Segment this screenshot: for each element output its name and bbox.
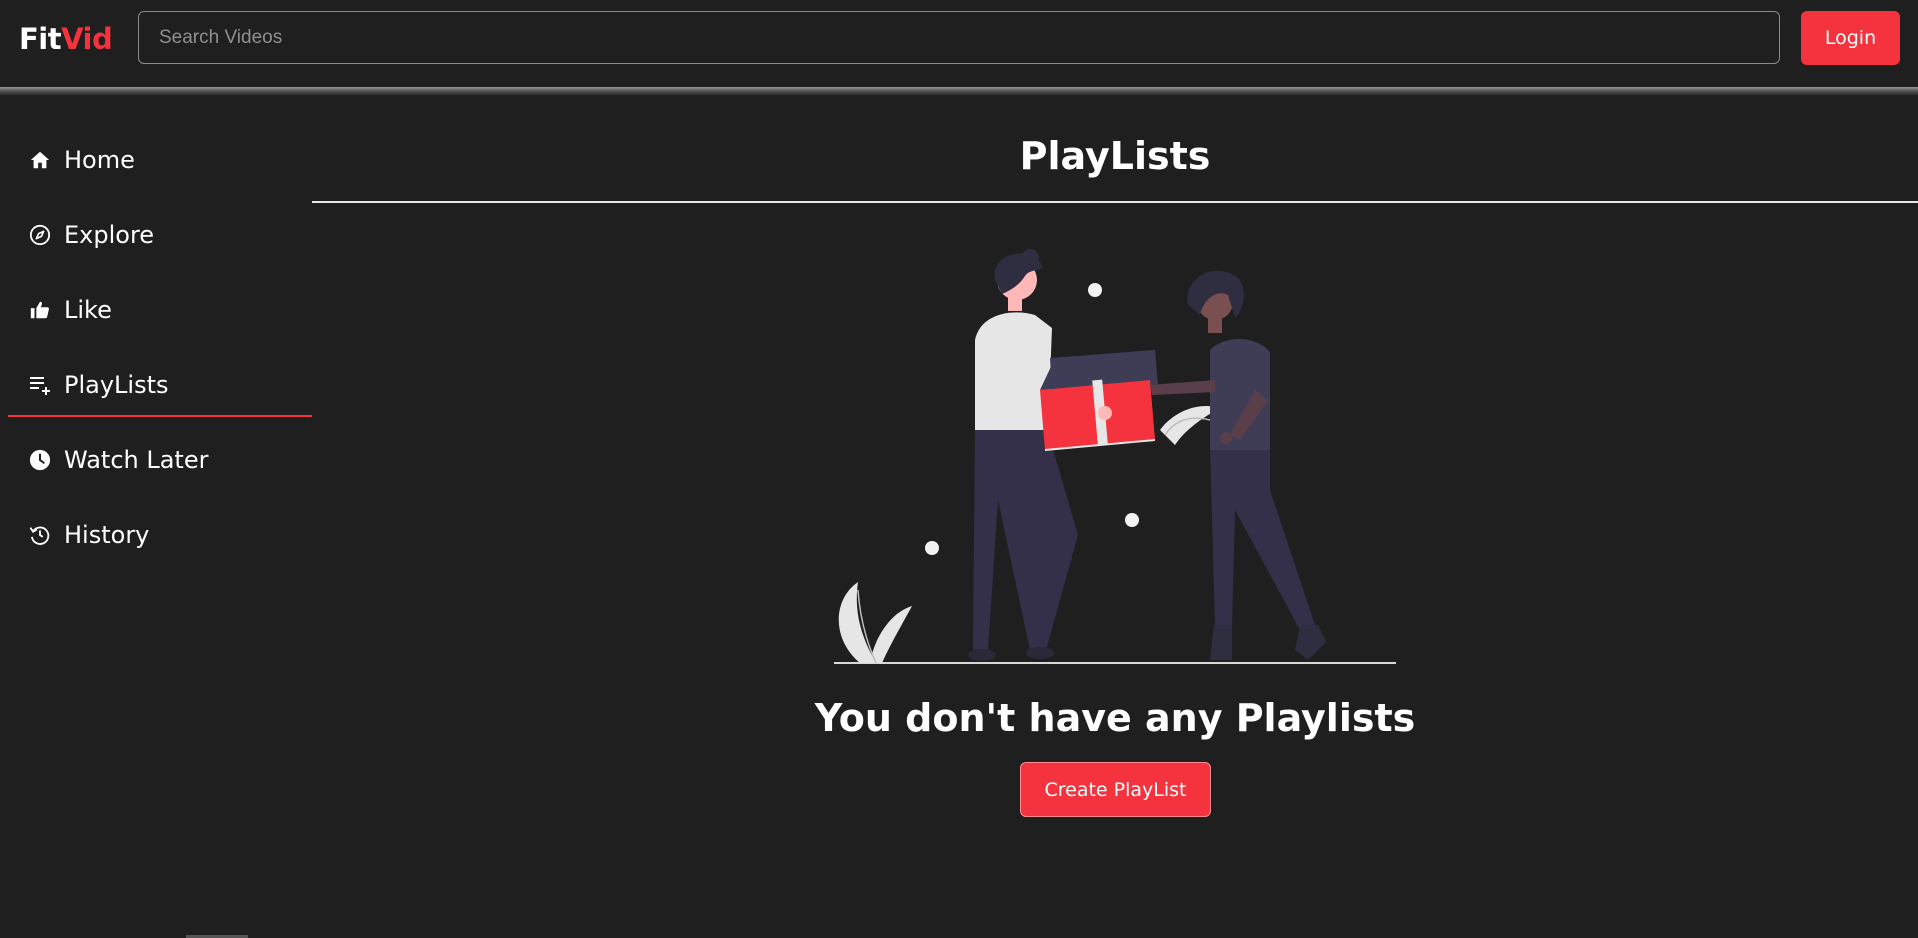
app-logo[interactable]: FitVid <box>19 21 113 57</box>
top-header: FitVid Login <box>0 0 1918 88</box>
login-button[interactable]: Login <box>1801 11 1900 65</box>
sidebar-item-playlists[interactable]: PlayLists <box>8 355 312 417</box>
page-title: PlayLists <box>1019 134 1211 178</box>
home-icon <box>28 148 52 172</box>
sidebar-item-watch-later[interactable]: Watch Later <box>8 430 312 490</box>
title-divider <box>312 201 1918 203</box>
sidebar-item-label: PlayLists <box>64 371 169 399</box>
empty-playlist-illustration <box>830 240 1410 674</box>
sidebar-item-label: Watch Later <box>64 446 209 474</box>
sidebar-item-history[interactable]: History <box>8 505 312 565</box>
playlist-add-icon <box>28 373 52 397</box>
empty-state-message: You don't have any Playlists <box>814 696 1416 740</box>
sidebar-item-label: Like <box>64 296 112 324</box>
search-input[interactable] <box>138 11 1780 64</box>
sidebar-item-label: Home <box>64 146 135 174</box>
sidebar-item-explore[interactable]: Explore <box>8 205 312 265</box>
logo-text-fit: Fit <box>19 22 62 56</box>
compass-icon <box>28 223 52 247</box>
sidebar-item-label: Explore <box>64 221 155 249</box>
clock-icon <box>28 448 52 472</box>
header-divider <box>0 87 1918 95</box>
thumbs-up-icon <box>28 298 52 322</box>
history-icon <box>28 523 52 547</box>
sidebar-item-label: History <box>64 521 150 549</box>
sidebar-item-like[interactable]: Like <box>8 280 312 340</box>
sidebar-item-home[interactable]: Home <box>8 130 312 190</box>
logo-text-vid: Vid <box>61 22 113 56</box>
create-playlist-button[interactable]: Create PlayList <box>1020 762 1211 817</box>
